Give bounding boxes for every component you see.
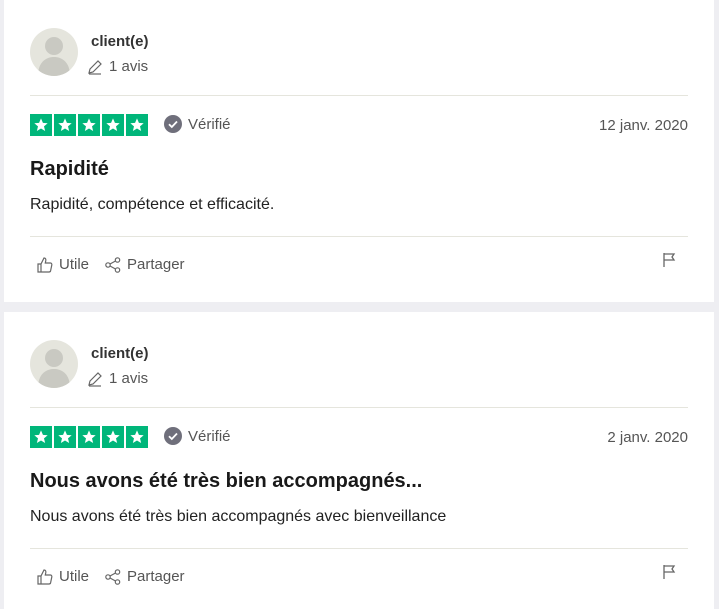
- divider: [30, 236, 688, 237]
- avatar[interactable]: [30, 28, 78, 76]
- useful-button[interactable]: Utile: [37, 256, 89, 273]
- review-actions: Utile Partager: [37, 568, 185, 585]
- share-label: Partager: [127, 256, 185, 273]
- reviewer-review-count: 1 avis: [87, 58, 148, 75]
- verified-label: Vérifié: [188, 115, 231, 133]
- review-card: client(e) 1 avis Vérifié 12 janv. 2020 R…: [4, 0, 714, 302]
- avatar-silhouette-icon: [38, 349, 70, 388]
- review-title[interactable]: Nous avons été très bien accompagnés...: [30, 470, 422, 493]
- share-button[interactable]: Partager: [105, 256, 185, 273]
- pencil-icon: [88, 371, 102, 387]
- check-badge-icon: [164, 427, 182, 445]
- star-icon: [78, 114, 100, 136]
- divider: [30, 95, 688, 96]
- star-icon: [30, 114, 52, 136]
- star-icon: [126, 114, 148, 136]
- review-count-text: 1 avis: [109, 58, 149, 75]
- review-count-text: 1 avis: [109, 370, 149, 387]
- star-icon: [126, 426, 148, 448]
- reviewer-name[interactable]: client(e): [91, 33, 149, 50]
- divider: [30, 407, 688, 408]
- star-icon: [54, 114, 76, 136]
- share-label: Partager: [127, 568, 185, 585]
- avatar-silhouette-icon: [38, 37, 70, 76]
- review-card: client(e) 1 avis Vérifié 2 janv. 2020 No…: [4, 312, 714, 609]
- star-icon: [54, 426, 76, 448]
- share-icon: [105, 568, 121, 585]
- divider: [30, 548, 688, 549]
- useful-label: Utile: [59, 256, 90, 273]
- star-rating: [30, 114, 148, 136]
- review-actions: Utile Partager: [37, 256, 185, 273]
- review-body: Nous avons été très bien accompagnés ave…: [30, 508, 447, 525]
- flag-icon: [663, 565, 676, 579]
- reviewer-name[interactable]: client(e): [91, 345, 149, 362]
- flag-icon: [663, 253, 676, 267]
- review-body: Rapidité, compétence et efficacité.: [30, 196, 275, 213]
- avatar[interactable]: [30, 340, 78, 388]
- flag-button[interactable]: [662, 252, 676, 273]
- thumbs-up-icon: [37, 256, 53, 273]
- review-date: 12 janv. 2020: [599, 117, 688, 134]
- star-icon: [30, 426, 52, 448]
- verified-badge[interactable]: Vérifié: [164, 115, 231, 133]
- flag-button[interactable]: [662, 564, 676, 585]
- star-icon: [102, 114, 124, 136]
- verified-label: Vérifié: [188, 427, 231, 445]
- star-icon: [78, 426, 100, 448]
- useful-button[interactable]: Utile: [37, 568, 89, 585]
- pencil-icon: [88, 59, 102, 75]
- useful-label: Utile: [59, 568, 90, 585]
- share-button[interactable]: Partager: [105, 568, 185, 585]
- review-title[interactable]: Rapidité: [30, 158, 109, 181]
- review-date: 2 janv. 2020: [607, 429, 688, 446]
- thumbs-up-icon: [37, 568, 53, 585]
- share-icon: [105, 256, 121, 273]
- check-badge-icon: [164, 115, 182, 133]
- verified-badge[interactable]: Vérifié: [164, 427, 231, 445]
- star-icon: [102, 426, 124, 448]
- reviewer-review-count: 1 avis: [87, 370, 148, 387]
- star-rating: [30, 426, 148, 448]
